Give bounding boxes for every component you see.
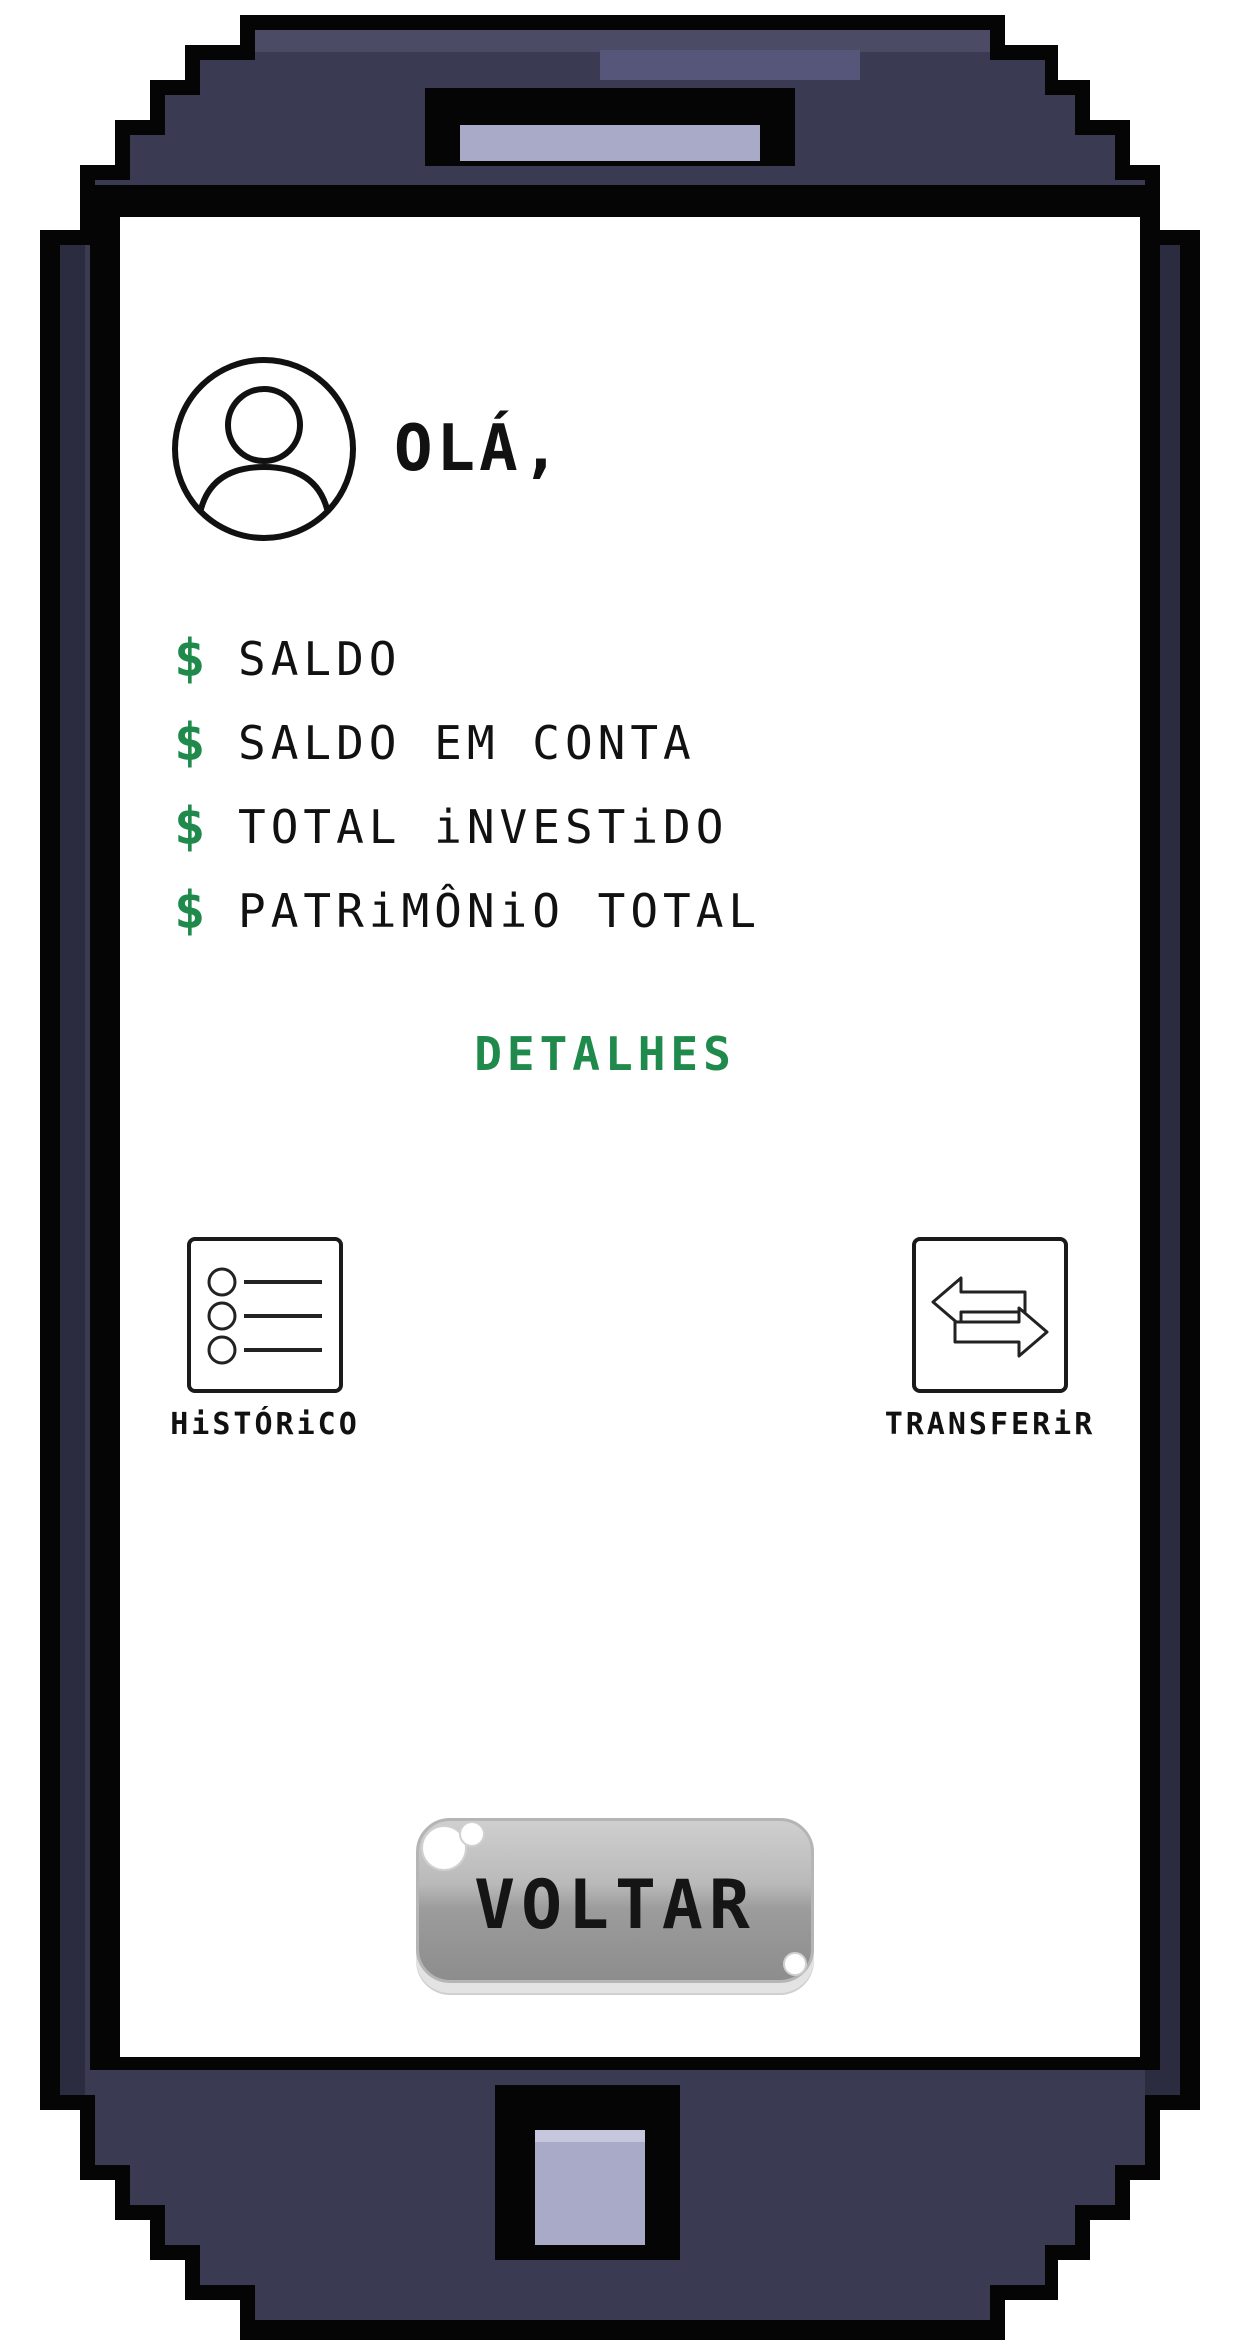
dollar-icon: $ [174,629,206,689]
button-shine [783,1952,807,1976]
dollar-icon: $ [174,713,206,773]
list-icon [207,1267,322,1365]
details-link[interactable]: DETALHES [440,1027,770,1081]
greeting-header: OLÁ, [170,354,564,544]
balance-item-saldo: $ SALDO [174,617,1074,701]
dollar-icon: $ [174,881,206,941]
balance-label: SALDO [238,632,402,686]
balance-label: SALDO EM CONTA [238,716,696,770]
transfer-button[interactable]: TRANSFERiR [855,1237,1125,1442]
balance-label: PATRiMÔNiO TOTAL [238,884,762,938]
balance-list: $ SALDO $ SALDO EM CONTA $ TOTAL iNVESTi… [174,617,1074,953]
history-icon-box[interactable] [187,1237,343,1393]
balance-item-saldo-em-conta: $ SALDO EM CONTA [174,701,1074,785]
history-button[interactable]: HiSTÓRiCO [150,1237,380,1442]
back-button-label: VOLTAR [474,1866,756,1945]
dollar-icon: $ [174,797,206,857]
history-label: HiSTÓRiCO [170,1407,360,1442]
balance-item-total-investido: $ TOTAL iNVESTiDO [174,785,1074,869]
balance-label: TOTAL iNVESTiDO [238,800,729,854]
back-button-face[interactable]: VOLTAR [416,1818,814,1983]
balance-item-patrimonio-total: $ PATRiMÔNiO TOTAL [174,869,1074,953]
user-avatar-icon[interactable] [170,355,358,543]
transfer-icon-box[interactable] [912,1237,1068,1393]
transfer-label: TRANSFERiR [884,1407,1096,1442]
back-button[interactable]: VOLTAR [410,1812,820,1997]
button-shine [459,1821,485,1847]
phone-screen: OLÁ, $ SALDO $ SALDO EM CONTA $ TOTAL iN… [120,217,1140,2057]
greeting-text: OLÁ, [394,412,565,486]
transfer-arrows-icon [931,1276,1049,1358]
